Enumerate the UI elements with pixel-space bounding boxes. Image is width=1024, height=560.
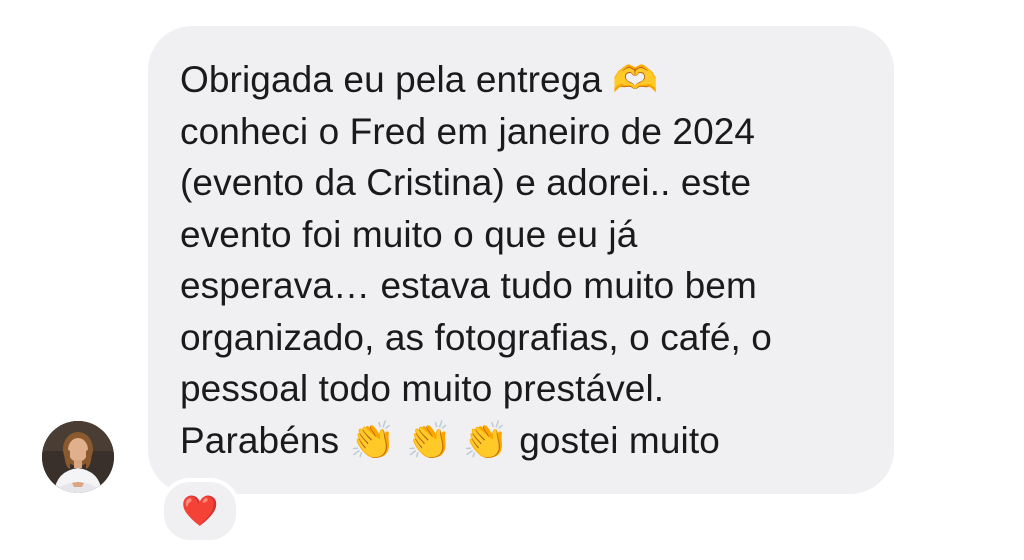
message-text: Obrigada eu pela entrega 🫶 conheci o Fre… — [180, 59, 772, 461]
message-bubble[interactable]: Obrigada eu pela entrega 🫶 conheci o Fre… — [148, 26, 894, 494]
heart-reaction[interactable]: ❤️ — [160, 478, 240, 544]
heart-icon: ❤️ — [181, 494, 219, 528]
chat-thread: Obrigada eu pela entrega 🫶 conheci o Fre… — [0, 0, 1024, 560]
avatar-photo-icon — [42, 421, 114, 493]
avatar[interactable] — [42, 421, 114, 493]
